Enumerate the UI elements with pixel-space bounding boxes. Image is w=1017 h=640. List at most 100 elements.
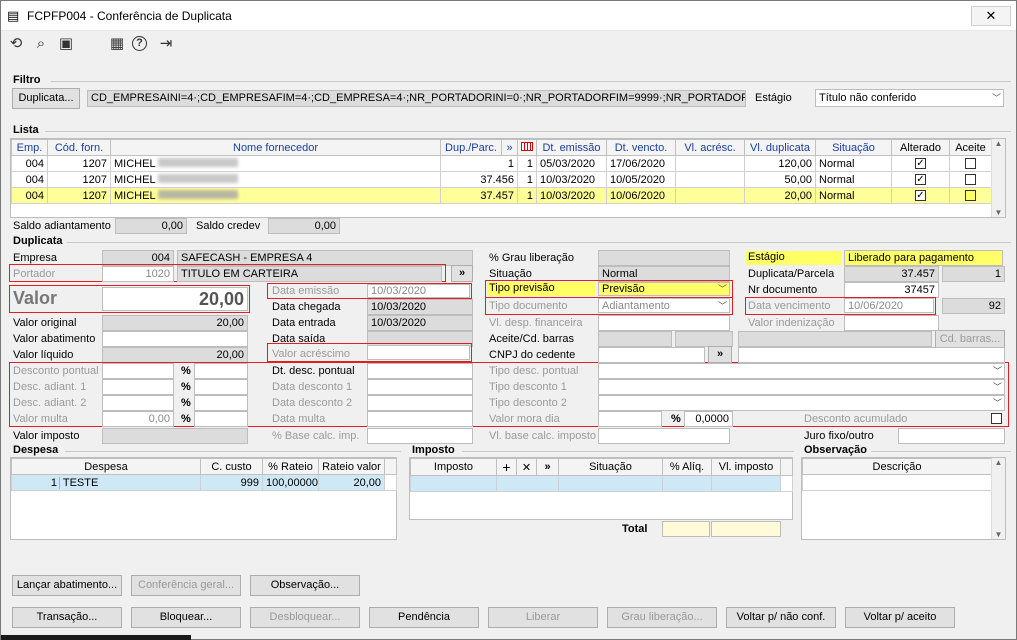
lista-scrollbar[interactable]: ▲ ▼	[991, 139, 1005, 217]
col-vl-acresc[interactable]: Vl. acrésc.	[675, 139, 745, 156]
table-row[interactable]: 1 TESTE 999 100,00000 20,00	[11, 474, 397, 491]
data-emissao-field[interactable]: 10/03/2020	[367, 284, 470, 298]
desc-adiant-2-field[interactable]	[102, 395, 174, 411]
cd-barras-button[interactable]: Cd. barras...	[935, 330, 1005, 348]
observacao-scrollbar[interactable]: ▲ ▼	[991, 458, 1005, 539]
valor-multa-pct-field[interactable]	[194, 411, 248, 427]
col-aceite[interactable]: Aceite	[949, 139, 992, 156]
col-emp[interactable]: Emp.	[11, 139, 48, 156]
duplicata-filter-button[interactable]: Duplicata...	[12, 88, 80, 109]
tipo-desconto-1-select[interactable]: ﹀	[598, 379, 1005, 395]
table-row[interactable]	[802, 474, 992, 491]
data-multa-field[interactable]	[367, 411, 473, 427]
dt-desc-pontual-field[interactable]	[367, 363, 473, 379]
desconto-pontual-pct-field[interactable]	[194, 363, 248, 379]
bloquear-button[interactable]: Bloquear...	[131, 607, 241, 628]
cell-aceite[interactable]	[949, 171, 992, 188]
aceite-checkbox[interactable]	[965, 174, 976, 186]
desc-adiant-1-field[interactable]	[102, 379, 174, 395]
data-desconto-1-field[interactable]	[367, 379, 473, 395]
col-dt-vencto[interactable]: Dt. vencto.	[606, 139, 676, 156]
valor-field[interactable]: 20,00	[102, 287, 248, 311]
liberar-button[interactable]: Liberar	[488, 607, 598, 628]
remove-imposto-icon[interactable]: ✕	[516, 458, 537, 476]
nr-documento-field[interactable]: 37457	[844, 282, 939, 298]
pendencia-button[interactable]: Pendência	[369, 607, 479, 628]
table-row[interactable]: 004 1207 MICHEL 37.456 1 10/03/2020 10/0…	[11, 171, 992, 188]
transacao-button[interactable]: Transação...	[12, 607, 122, 628]
portador-code-field[interactable]: 1020	[102, 266, 174, 282]
close-button[interactable]: ✕	[971, 6, 1011, 26]
col-grid-icon[interactable]	[517, 139, 537, 156]
desc-adiant-2-pct-field[interactable]	[194, 395, 248, 411]
scroll-down-icon[interactable]: ▼	[992, 208, 1005, 217]
desconto-acumulado-checkbox[interactable]	[991, 413, 1002, 424]
voltar-aceito-button[interactable]: Voltar p/ aceito	[845, 607, 955, 628]
col-descricao[interactable]: Descrição	[802, 458, 992, 475]
alterado-checkbox[interactable]: ✓	[915, 158, 926, 170]
base-calc-imp-field[interactable]	[367, 428, 473, 444]
desbloquear-button[interactable]: Desbloquear...	[250, 607, 360, 628]
cell-alterado[interactable]: ✓	[891, 155, 950, 172]
search-icon[interactable]: ⌕	[32, 35, 50, 53]
vl-base-calc-imposto-field[interactable]	[598, 428, 730, 444]
col-vl-imposto[interactable]: Vl. imposto	[711, 458, 781, 476]
col-despesa[interactable]: Despesa	[11, 458, 201, 475]
calendar-icon[interactable]: ▦	[108, 35, 126, 53]
portador-lookup-button[interactable]: »	[451, 265, 473, 282]
col-cod-forn[interactable]: Cód. forn.	[47, 139, 111, 156]
filter-expression-field[interactable]: CD_EMPRESAINI=4·;CD_EMPRESAFIM=4·;CD_EMP…	[87, 90, 746, 107]
cnpj-cedente-field[interactable]	[598, 347, 705, 363]
col-imposto[interactable]: Imposto	[410, 458, 497, 476]
scroll-up-icon[interactable]: ▲	[992, 139, 1005, 148]
juro-fixo-field[interactable]	[898, 428, 1005, 444]
vl-desp-financeira-field[interactable]	[598, 315, 730, 331]
table-row[interactable]	[410, 475, 793, 492]
col-expand[interactable]: »	[501, 139, 518, 156]
valor-multa-field[interactable]: 0,00	[102, 411, 174, 427]
aceite-checkbox[interactable]	[965, 190, 976, 202]
table-row[interactable]: 004 1207 MICHEL 1 1 05/03/2020 17/06/202…	[11, 155, 992, 172]
expand-imposto-icon[interactable]: »	[536, 458, 559, 476]
tipo-documento-select[interactable]: Adiantamento ﹀	[598, 298, 730, 313]
col-dt-emissao[interactable]: Dt. emissão	[536, 139, 607, 156]
cell-descricao[interactable]	[802, 474, 992, 491]
cell-aceite[interactable]	[949, 155, 992, 172]
conferencia-geral-button[interactable]: Conferência geral...	[131, 575, 241, 596]
valor-abatimento-field[interactable]	[102, 331, 248, 347]
desc-adiant-1-pct-field[interactable]	[194, 379, 248, 395]
data-desconto-2-field[interactable]	[367, 395, 473, 411]
col-rateio-valor[interactable]: Rateio valor	[318, 458, 385, 475]
col-alterado[interactable]: Alterado	[891, 139, 950, 156]
col-nome-fornecedor[interactable]: Nome fornecedor	[110, 139, 441, 156]
col-imposto-situacao[interactable]: Situação	[558, 458, 663, 476]
valor-acrescimo-field[interactable]	[367, 345, 470, 360]
cell-alterado[interactable]: ✓	[891, 171, 950, 188]
cell-aceite[interactable]	[949, 187, 992, 204]
tipo-desconto-2-select[interactable]: ﹀	[598, 395, 1005, 411]
table-row-selected[interactable]: 004 1207 MICHEL 37.457 1 10/03/2020 10/0…	[11, 187, 992, 204]
cnpj-lookup-button[interactable]: »	[708, 346, 732, 363]
observacao-button[interactable]: Observação...	[250, 575, 360, 596]
scroll-up-icon[interactable]: ▲	[992, 458, 1005, 467]
valor-indenizacao-field[interactable]	[844, 315, 939, 331]
valor-mora-dia-field[interactable]	[598, 411, 662, 427]
col-c-custo[interactable]: C. custo	[200, 458, 263, 475]
estagio-filter-select[interactable]: Título não conferido ﹀	[815, 89, 1004, 107]
help-icon[interactable]: ?	[132, 36, 147, 51]
tipo-previsao-select[interactable]: Previsão ﹀	[598, 282, 730, 296]
desconto-pontual-field[interactable]	[102, 363, 174, 379]
alterado-checkbox[interactable]: ✓	[915, 190, 926, 202]
alterado-checkbox[interactable]: ✓	[915, 174, 926, 186]
exit-icon[interactable]: ⇥	[157, 35, 175, 53]
mora-pct-field[interactable]: 0,0000	[684, 411, 733, 427]
aceite-checkbox[interactable]	[965, 158, 976, 170]
col-rateio-pct[interactable]: % Rateio	[262, 458, 319, 475]
tipo-desc-pontual-select[interactable]: ﹀	[598, 363, 1005, 379]
col-aliq[interactable]: % Alíq.	[662, 458, 712, 476]
add-imposto-icon[interactable]: +	[496, 458, 517, 476]
col-vl-duplicata[interactable]: Vl. duplicata	[744, 139, 816, 156]
grau-liberacao-button[interactable]: Grau liberação...	[607, 607, 717, 628]
refresh-icon[interactable]: ⟲	[7, 35, 25, 53]
scroll-down-icon[interactable]: ▼	[992, 530, 1005, 539]
